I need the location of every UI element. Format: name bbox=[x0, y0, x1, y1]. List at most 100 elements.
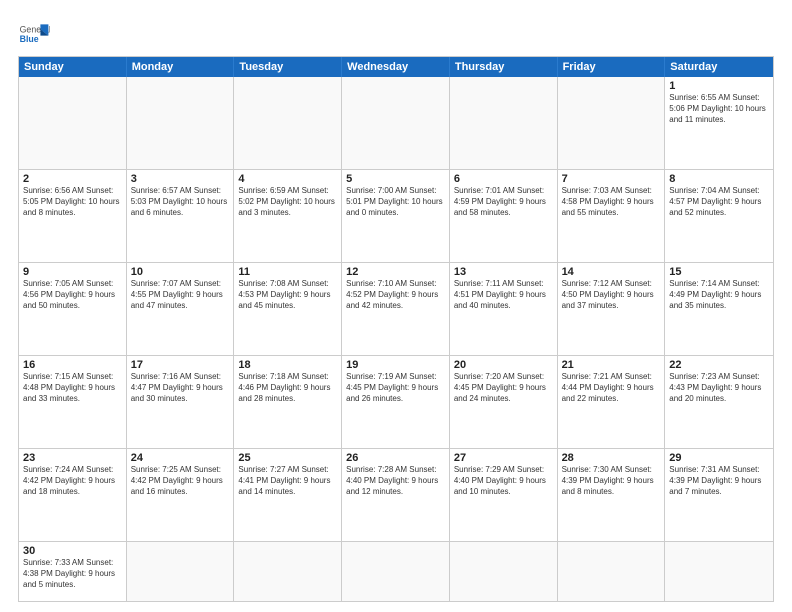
calendar-cell bbox=[558, 77, 666, 169]
day-number: 21 bbox=[562, 359, 661, 371]
day-info: Sunrise: 7:31 AM Sunset: 4:39 PM Dayligh… bbox=[669, 465, 769, 497]
day-number: 11 bbox=[238, 266, 337, 278]
day-info: Sunrise: 7:33 AM Sunset: 4:38 PM Dayligh… bbox=[23, 558, 122, 590]
day-number: 23 bbox=[23, 452, 122, 464]
calendar-cell: 6Sunrise: 7:01 AM Sunset: 4:59 PM Daylig… bbox=[450, 170, 558, 262]
day-number: 7 bbox=[562, 173, 661, 185]
day-number: 12 bbox=[346, 266, 445, 278]
calendar-cell: 16Sunrise: 7:15 AM Sunset: 4:48 PM Dayli… bbox=[19, 356, 127, 448]
day-number: 5 bbox=[346, 173, 445, 185]
day-info: Sunrise: 7:04 AM Sunset: 4:57 PM Dayligh… bbox=[669, 186, 769, 218]
calendar-cell: 11Sunrise: 7:08 AM Sunset: 4:53 PM Dayli… bbox=[234, 263, 342, 355]
calendar-cell bbox=[665, 542, 773, 601]
day-number: 26 bbox=[346, 452, 445, 464]
page: General Blue SundayMondayTuesdayWednesda… bbox=[0, 0, 792, 612]
calendar-week-row: 1Sunrise: 6:55 AM Sunset: 5:06 PM Daylig… bbox=[19, 77, 773, 169]
day-number: 25 bbox=[238, 452, 337, 464]
day-info: Sunrise: 7:27 AM Sunset: 4:41 PM Dayligh… bbox=[238, 465, 337, 497]
calendar-cell: 17Sunrise: 7:16 AM Sunset: 4:47 PM Dayli… bbox=[127, 356, 235, 448]
calendar-cell bbox=[234, 542, 342, 601]
calendar-cell bbox=[234, 77, 342, 169]
day-info: Sunrise: 7:01 AM Sunset: 4:59 PM Dayligh… bbox=[454, 186, 553, 218]
day-number: 24 bbox=[131, 452, 230, 464]
day-number: 13 bbox=[454, 266, 553, 278]
day-of-week-header: Tuesday bbox=[234, 57, 342, 77]
day-info: Sunrise: 7:29 AM Sunset: 4:40 PM Dayligh… bbox=[454, 465, 553, 497]
day-number: 6 bbox=[454, 173, 553, 185]
calendar-cell: 21Sunrise: 7:21 AM Sunset: 4:44 PM Dayli… bbox=[558, 356, 666, 448]
day-info: Sunrise: 7:20 AM Sunset: 4:45 PM Dayligh… bbox=[454, 372, 553, 404]
day-info: Sunrise: 7:08 AM Sunset: 4:53 PM Dayligh… bbox=[238, 279, 337, 311]
calendar-cell: 27Sunrise: 7:29 AM Sunset: 4:40 PM Dayli… bbox=[450, 449, 558, 541]
calendar: SundayMondayTuesdayWednesdayThursdayFrid… bbox=[18, 56, 774, 602]
calendar-cell: 30Sunrise: 7:33 AM Sunset: 4:38 PM Dayli… bbox=[19, 542, 127, 601]
calendar-cell: 26Sunrise: 7:28 AM Sunset: 4:40 PM Dayli… bbox=[342, 449, 450, 541]
calendar-cell: 5Sunrise: 7:00 AM Sunset: 5:01 PM Daylig… bbox=[342, 170, 450, 262]
calendar-header: SundayMondayTuesdayWednesdayThursdayFrid… bbox=[19, 57, 773, 77]
calendar-cell: 3Sunrise: 6:57 AM Sunset: 5:03 PM Daylig… bbox=[127, 170, 235, 262]
calendar-cell: 23Sunrise: 7:24 AM Sunset: 4:42 PM Dayli… bbox=[19, 449, 127, 541]
day-info: Sunrise: 7:03 AM Sunset: 4:58 PM Dayligh… bbox=[562, 186, 661, 218]
logo: General Blue bbox=[18, 18, 50, 50]
day-number: 2 bbox=[23, 173, 122, 185]
day-info: Sunrise: 7:24 AM Sunset: 4:42 PM Dayligh… bbox=[23, 465, 122, 497]
calendar-cell bbox=[450, 542, 558, 601]
day-number: 15 bbox=[669, 266, 769, 278]
day-of-week-header: Friday bbox=[558, 57, 666, 77]
day-number: 22 bbox=[669, 359, 769, 371]
day-number: 1 bbox=[669, 80, 769, 92]
day-info: Sunrise: 7:25 AM Sunset: 4:42 PM Dayligh… bbox=[131, 465, 230, 497]
day-number: 29 bbox=[669, 452, 769, 464]
day-info: Sunrise: 7:15 AM Sunset: 4:48 PM Dayligh… bbox=[23, 372, 122, 404]
calendar-cell: 13Sunrise: 7:11 AM Sunset: 4:51 PM Dayli… bbox=[450, 263, 558, 355]
calendar-cell: 12Sunrise: 7:10 AM Sunset: 4:52 PM Dayli… bbox=[342, 263, 450, 355]
day-of-week-header: Wednesday bbox=[342, 57, 450, 77]
calendar-week-row: 23Sunrise: 7:24 AM Sunset: 4:42 PM Dayli… bbox=[19, 448, 773, 541]
day-info: Sunrise: 7:30 AM Sunset: 4:39 PM Dayligh… bbox=[562, 465, 661, 497]
calendar-cell: 10Sunrise: 7:07 AM Sunset: 4:55 PM Dayli… bbox=[127, 263, 235, 355]
calendar-cell bbox=[558, 542, 666, 601]
calendar-cell bbox=[342, 77, 450, 169]
day-info: Sunrise: 7:05 AM Sunset: 4:56 PM Dayligh… bbox=[23, 279, 122, 311]
day-number: 4 bbox=[238, 173, 337, 185]
calendar-cell: 19Sunrise: 7:19 AM Sunset: 4:45 PM Dayli… bbox=[342, 356, 450, 448]
day-info: Sunrise: 7:21 AM Sunset: 4:44 PM Dayligh… bbox=[562, 372, 661, 404]
calendar-cell: 15Sunrise: 7:14 AM Sunset: 4:49 PM Dayli… bbox=[665, 263, 773, 355]
day-number: 16 bbox=[23, 359, 122, 371]
calendar-cell: 7Sunrise: 7:03 AM Sunset: 4:58 PM Daylig… bbox=[558, 170, 666, 262]
day-number: 27 bbox=[454, 452, 553, 464]
day-number: 19 bbox=[346, 359, 445, 371]
calendar-cell: 14Sunrise: 7:12 AM Sunset: 4:50 PM Dayli… bbox=[558, 263, 666, 355]
day-of-week-header: Sunday bbox=[19, 57, 127, 77]
calendar-week-row: 9Sunrise: 7:05 AM Sunset: 4:56 PM Daylig… bbox=[19, 262, 773, 355]
day-info: Sunrise: 7:19 AM Sunset: 4:45 PM Dayligh… bbox=[346, 372, 445, 404]
calendar-cell: 24Sunrise: 7:25 AM Sunset: 4:42 PM Dayli… bbox=[127, 449, 235, 541]
calendar-cell: 25Sunrise: 7:27 AM Sunset: 4:41 PM Dayli… bbox=[234, 449, 342, 541]
day-info: Sunrise: 7:00 AM Sunset: 5:01 PM Dayligh… bbox=[346, 186, 445, 218]
day-info: Sunrise: 6:56 AM Sunset: 5:05 PM Dayligh… bbox=[23, 186, 122, 218]
day-number: 20 bbox=[454, 359, 553, 371]
day-number: 28 bbox=[562, 452, 661, 464]
calendar-cell bbox=[127, 77, 235, 169]
day-info: Sunrise: 6:59 AM Sunset: 5:02 PM Dayligh… bbox=[238, 186, 337, 218]
day-of-week-header: Saturday bbox=[665, 57, 773, 77]
calendar-week-row: 30Sunrise: 7:33 AM Sunset: 4:38 PM Dayli… bbox=[19, 541, 773, 601]
header: General Blue bbox=[18, 18, 774, 50]
calendar-cell: 2Sunrise: 6:56 AM Sunset: 5:05 PM Daylig… bbox=[19, 170, 127, 262]
day-number: 30 bbox=[23, 545, 122, 557]
calendar-cell bbox=[342, 542, 450, 601]
day-info: Sunrise: 7:12 AM Sunset: 4:50 PM Dayligh… bbox=[562, 279, 661, 311]
day-of-week-header: Monday bbox=[127, 57, 235, 77]
calendar-week-row: 16Sunrise: 7:15 AM Sunset: 4:48 PM Dayli… bbox=[19, 355, 773, 448]
day-info: Sunrise: 6:55 AM Sunset: 5:06 PM Dayligh… bbox=[669, 93, 769, 125]
calendar-cell: 29Sunrise: 7:31 AM Sunset: 4:39 PM Dayli… bbox=[665, 449, 773, 541]
day-info: Sunrise: 7:10 AM Sunset: 4:52 PM Dayligh… bbox=[346, 279, 445, 311]
calendar-cell: 9Sunrise: 7:05 AM Sunset: 4:56 PM Daylig… bbox=[19, 263, 127, 355]
svg-text:Blue: Blue bbox=[20, 34, 39, 44]
calendar-cell bbox=[450, 77, 558, 169]
day-info: Sunrise: 7:28 AM Sunset: 4:40 PM Dayligh… bbox=[346, 465, 445, 497]
calendar-cell: 8Sunrise: 7:04 AM Sunset: 4:57 PM Daylig… bbox=[665, 170, 773, 262]
day-number: 18 bbox=[238, 359, 337, 371]
day-info: Sunrise: 7:07 AM Sunset: 4:55 PM Dayligh… bbox=[131, 279, 230, 311]
day-number: 9 bbox=[23, 266, 122, 278]
